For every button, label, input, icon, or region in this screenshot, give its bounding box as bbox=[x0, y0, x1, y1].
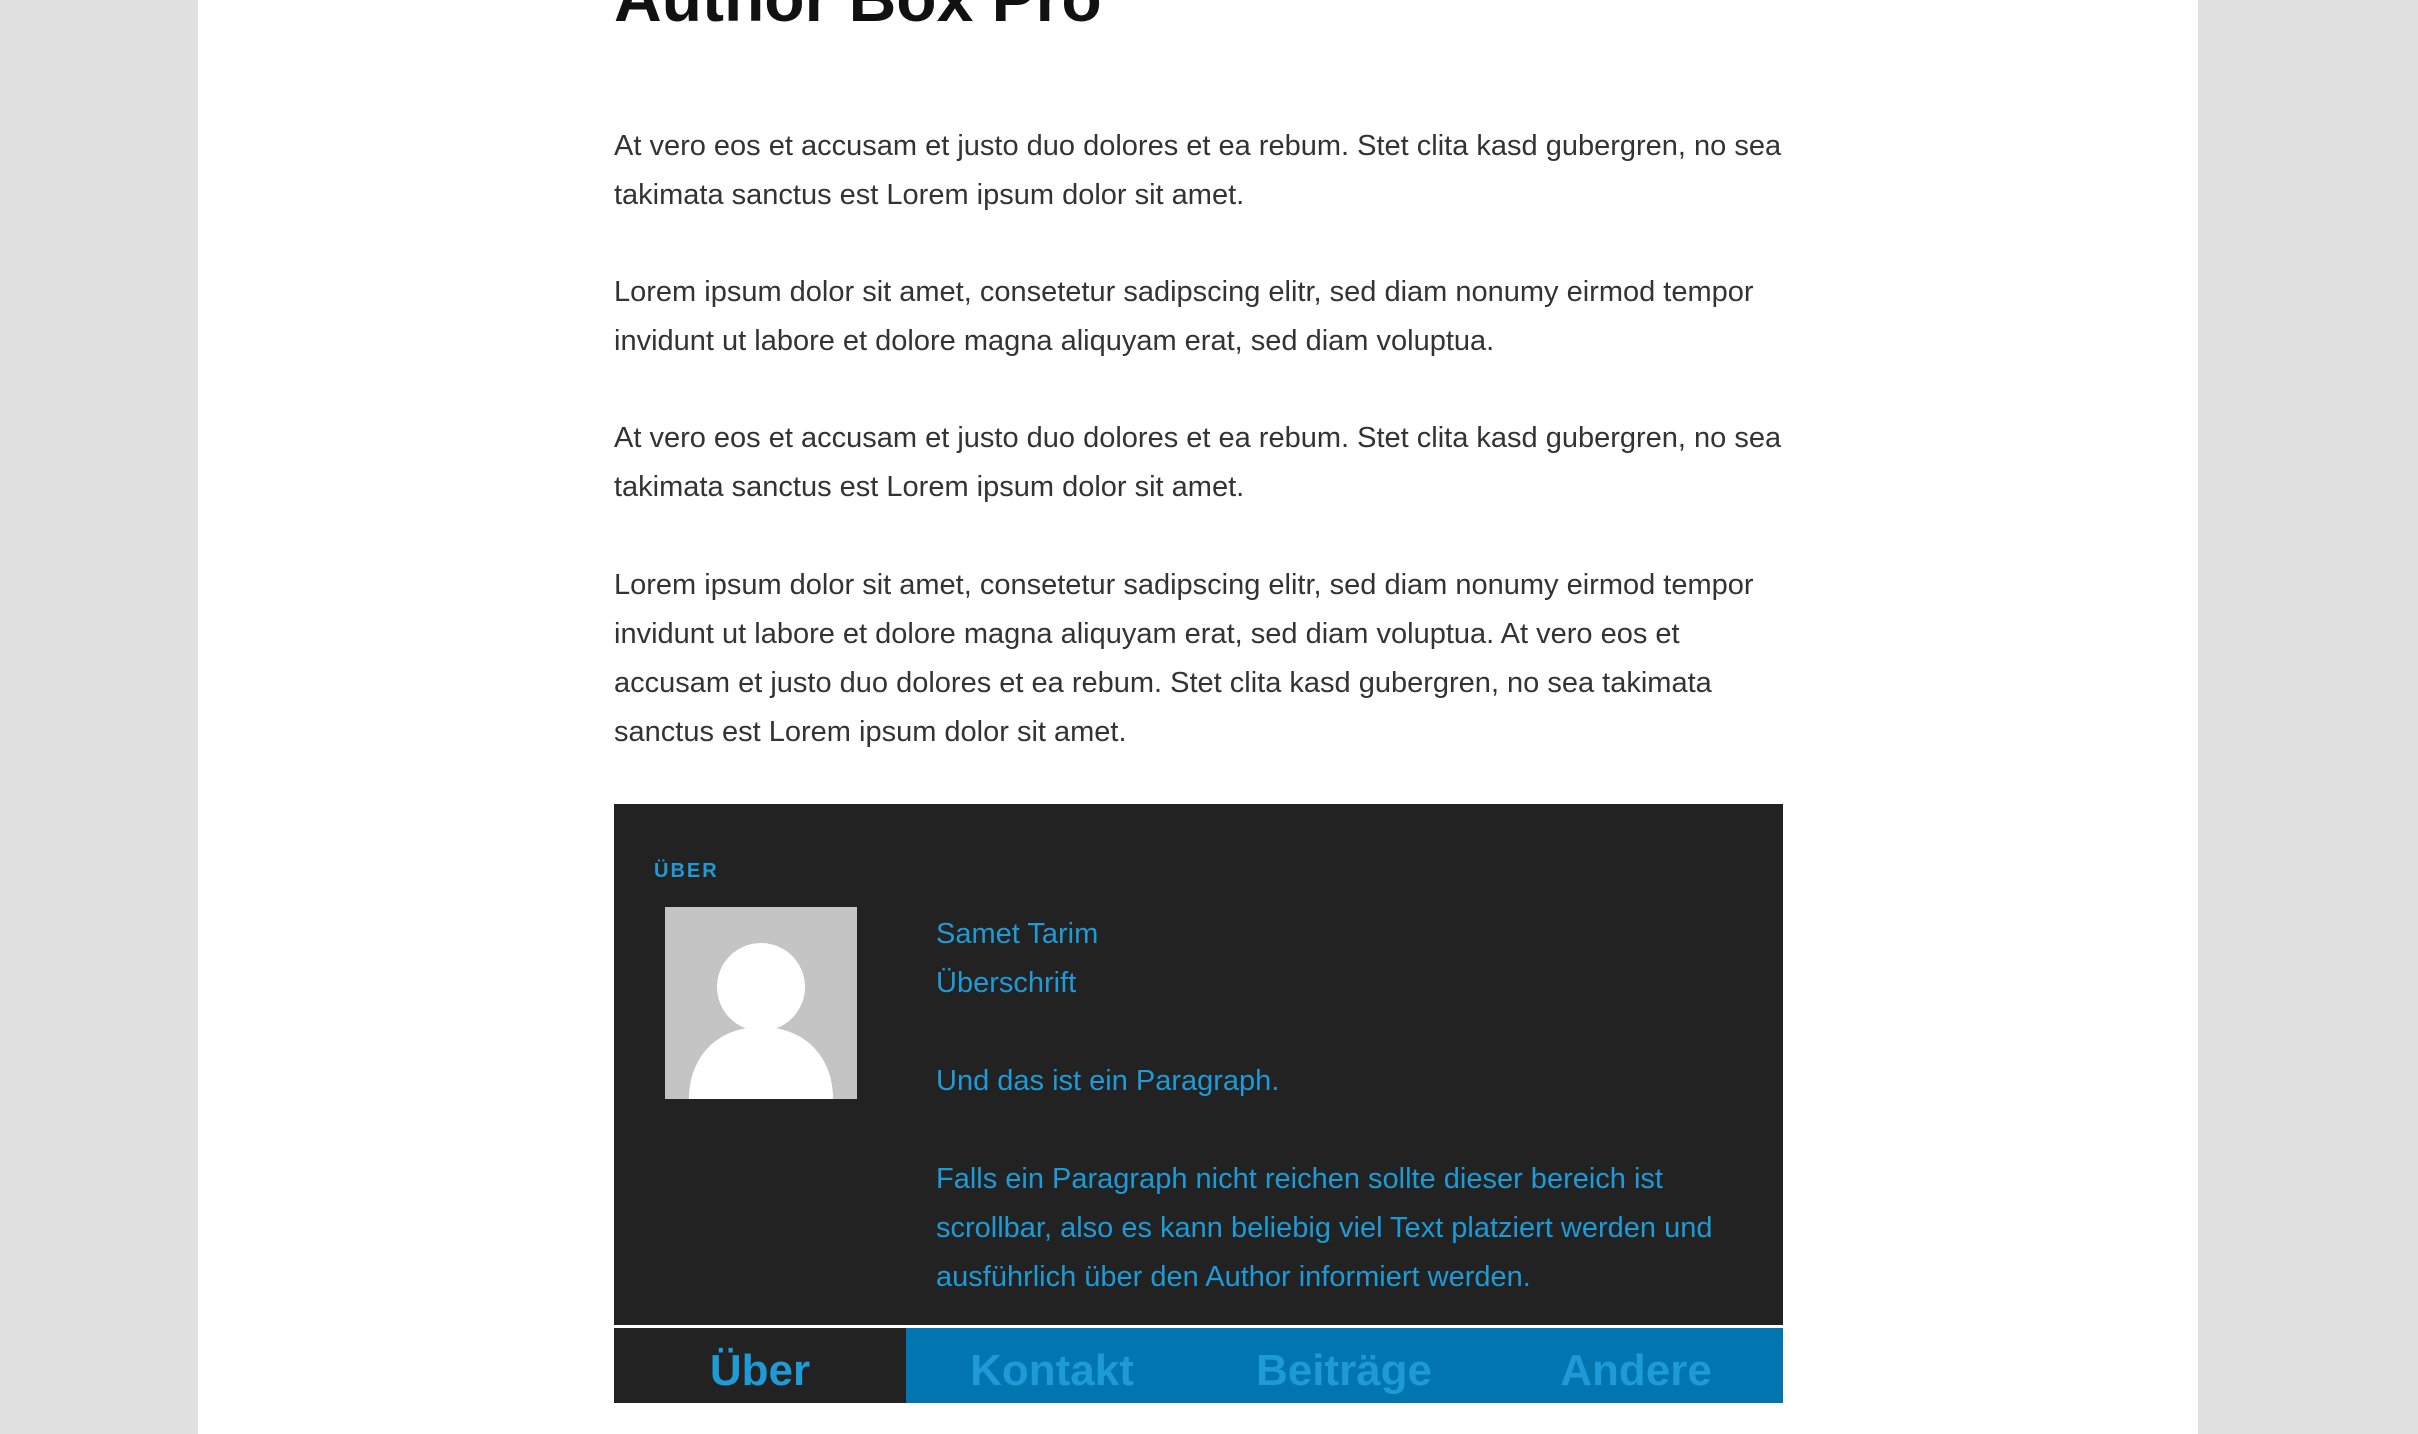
author-box-heading: ÜBER bbox=[654, 860, 719, 882]
tab-other[interactable]: Andere bbox=[1490, 1328, 1782, 1403]
tab-about[interactable]: Über bbox=[614, 1328, 906, 1403]
default-user-avatar-icon bbox=[665, 907, 857, 1099]
avatar bbox=[665, 907, 857, 1099]
author-paragraph: Und das ist ein Paragraph. bbox=[936, 1065, 1280, 1097]
article-paragraph: At vero eos et accusam et justo duo dolo… bbox=[614, 422, 1782, 503]
tab-posts[interactable]: Beiträge bbox=[1198, 1328, 1490, 1403]
author-box-tabs: Über Kontakt Beiträge Andere bbox=[614, 1328, 1783, 1403]
article-paragraph: At vero eos et accusam et justo duo dolo… bbox=[614, 130, 1782, 211]
author-box: ÜBER Samet Tarim Überschrift Und das ist… bbox=[614, 804, 1783, 1325]
author-bio[interactable]: Samet Tarim Überschrift Und das ist ein … bbox=[936, 910, 1736, 1302]
author-subtitle: Überschrift bbox=[936, 967, 1077, 999]
article-paragraph: Lorem ipsum dolor sit amet, consetetur s… bbox=[614, 569, 1754, 748]
article-title: Author Box Pro bbox=[614, 0, 1102, 38]
author-name: Samet Tarim bbox=[936, 918, 1099, 950]
page-container: Author Box Pro At vero eos et accusam et… bbox=[198, 0, 2198, 1434]
article-paragraph: Lorem ipsum dolor sit amet, consetetur s… bbox=[614, 276, 1754, 357]
author-paragraph: Falls ein Paragraph nicht reichen sollte… bbox=[936, 1163, 1713, 1293]
tab-contact[interactable]: Kontakt bbox=[906, 1328, 1198, 1403]
